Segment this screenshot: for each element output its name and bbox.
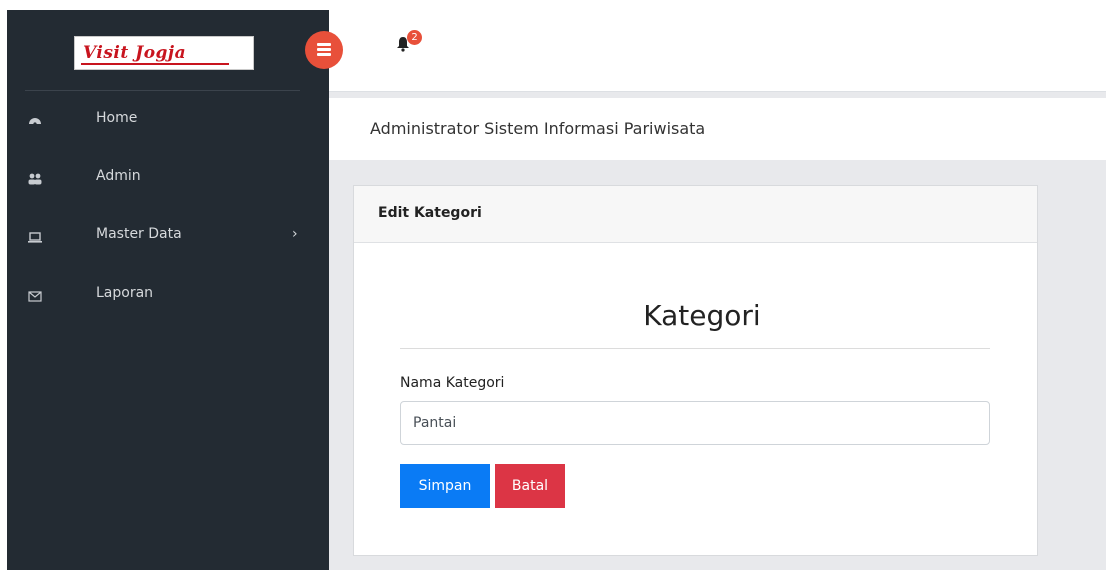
sidebar-item-label: Master Data <box>96 226 182 242</box>
card-header: Edit Kategori <box>354 186 1037 243</box>
users-icon <box>27 171 43 187</box>
sidebar-item-laporan[interactable]: Laporan <box>7 276 329 316</box>
sidebar-divider <box>25 90 300 91</box>
envelope-icon <box>27 288 43 304</box>
sidebar-item-label: Laporan <box>96 285 154 301</box>
sidebar-item-label: Admin <box>96 168 141 184</box>
topbar: 2 <box>305 10 1106 92</box>
notification-badge: 2 <box>407 30 422 45</box>
form-divider <box>400 348 990 349</box>
sidebar: Visit Jogja Home Admin Master Data › Lap… <box>7 10 329 570</box>
app-frame: Visit Jogja Home Admin Master Data › Lap… <box>7 10 1106 570</box>
category-name-input[interactable] <box>400 401 990 445</box>
sidebar-item-home[interactable]: Home <box>7 101 329 141</box>
cancel-button[interactable]: Batal <box>495 464 565 508</box>
page-header: Administrator Sistem Informasi Pariwisat… <box>329 98 1106 160</box>
menu-icon <box>317 53 331 56</box>
logo-text: Visit Jogja <box>83 43 187 63</box>
sidebar-item-master-data[interactable]: Master Data › <box>7 217 329 257</box>
logo-underline <box>81 63 229 65</box>
edit-category-card: Edit Kategori Kategori Nama Kategori Sim… <box>353 185 1038 556</box>
category-name-label: Nama Kategori <box>400 375 505 391</box>
sidebar-item-label: Home <box>96 110 138 126</box>
save-button[interactable]: Simpan <box>400 464 490 508</box>
dashboard-icon <box>27 113 43 129</box>
card-title: Edit Kategori <box>378 205 482 221</box>
page-title: Administrator Sistem Informasi Pariwisat… <box>370 119 706 138</box>
menu-icon <box>317 48 331 51</box>
logo[interactable]: Visit Jogja <box>74 36 254 70</box>
menu-toggle-button[interactable] <box>305 31 343 69</box>
sidebar-item-admin[interactable]: Admin <box>7 159 329 199</box>
form-title: Kategori <box>643 299 761 332</box>
chevron-right-icon: › <box>292 226 298 242</box>
menu-icon <box>317 43 331 46</box>
laptop-icon <box>27 229 43 245</box>
